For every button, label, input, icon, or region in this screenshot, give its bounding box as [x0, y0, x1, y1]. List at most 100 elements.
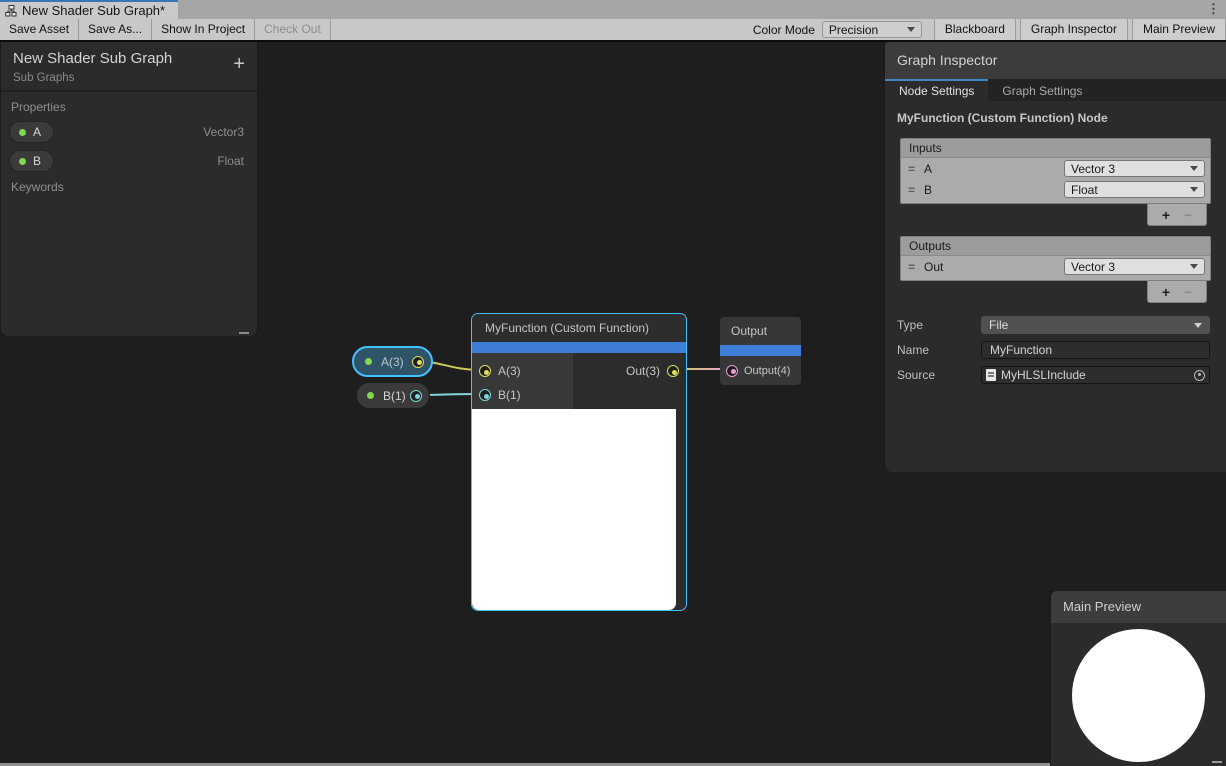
resize-handle[interactable]: [239, 332, 249, 334]
source-value: MyHLSLInclude: [1001, 368, 1189, 382]
type-field-row: Type File: [897, 316, 1210, 334]
save-asset-button[interactable]: Save Asset: [0, 19, 79, 40]
precision-color-bar: [472, 342, 686, 353]
shader-graph-window: New Shader Sub Graph* ⋮ Save Asset Save …: [0, 0, 1226, 766]
tab-bar: New Shader Sub Graph* ⋮: [0, 0, 1226, 19]
chevron-down-icon: [1194, 323, 1202, 328]
chevron-down-icon: [907, 27, 915, 32]
property-type: Float: [217, 154, 249, 168]
tab-title: New Shader Sub Graph*: [22, 3, 165, 18]
keywords-section-label: Keywords: [11, 180, 257, 194]
blackboard-toggle-button[interactable]: Blackboard: [934, 19, 1016, 40]
main-preview-toggle-button[interactable]: Main Preview: [1132, 19, 1226, 40]
input-ports-column: A(3) B(1): [472, 353, 573, 409]
chevron-down-icon: [1190, 166, 1198, 171]
custom-function-node[interactable]: MyFunction (Custom Function) A(3) B(1) O…: [471, 313, 687, 611]
check-out-button: Check Out: [255, 19, 331, 40]
show-in-project-button[interactable]: Show In Project: [152, 19, 255, 40]
exposed-dot-icon: [365, 358, 372, 365]
input-name: A: [924, 162, 932, 176]
type-dropdown[interactable]: File: [981, 316, 1210, 334]
tab-new-shader-sub-graph[interactable]: New Shader Sub Graph*: [0, 0, 178, 19]
node-title[interactable]: Output: [720, 317, 801, 345]
input-type-dropdown[interactable]: Float: [1064, 181, 1205, 198]
outputs-list: Outputs = Out Vector 3: [900, 236, 1211, 281]
property-node-label: B(1): [383, 389, 406, 403]
output-type-dropdown[interactable]: Vector 3: [1064, 258, 1205, 275]
port-output-out[interactable]: [667, 365, 679, 377]
property-row-b[interactable]: B Float: [9, 150, 249, 172]
inspected-node-title: MyFunction (Custom Function) Node: [897, 111, 1226, 125]
property-node-label: A(3): [381, 355, 404, 369]
output-row-out[interactable]: = Out Vector 3: [901, 256, 1210, 277]
node-title[interactable]: MyFunction (Custom Function): [472, 314, 686, 342]
input-row-b[interactable]: = B Float: [901, 179, 1210, 200]
input-port-row-a: A(3): [472, 359, 573, 383]
property-type: Vector3: [203, 125, 249, 139]
output-ports-column: Out(3): [573, 353, 686, 409]
port-output-input[interactable]: [726, 365, 738, 377]
input-type-dropdown[interactable]: Vector 3: [1064, 160, 1205, 177]
property-pill[interactable]: B: [9, 150, 54, 172]
port-a-output[interactable]: [412, 356, 424, 368]
source-label: Source: [897, 368, 981, 382]
outputs-list-header: Outputs: [901, 237, 1210, 256]
add-output-button[interactable]: +: [1162, 285, 1170, 299]
main-preview-panel: Main Preview: [1050, 590, 1226, 766]
port-b-output[interactable]: [410, 390, 422, 402]
source-object-field[interactable]: MyHLSLInclude: [981, 366, 1210, 384]
add-property-button[interactable]: +: [233, 54, 245, 74]
node-preview-area: [472, 409, 686, 611]
property-node-a[interactable]: A(3): [352, 346, 433, 377]
name-field-row: Name: [897, 341, 1210, 359]
precision-color-bar: [720, 345, 801, 356]
output-node[interactable]: Output Output(4): [720, 317, 801, 385]
input-port-row-b: B(1): [472, 383, 573, 407]
drag-handle-icon[interactable]: =: [908, 162, 915, 176]
color-mode-dropdown[interactable]: Precision: [822, 21, 922, 38]
exposed-dot-icon: [367, 392, 374, 399]
output-port-row: Out(3): [573, 359, 686, 383]
port-label: Output(4): [744, 365, 790, 377]
graph-inspector-panel: Graph Inspector Node Settings Graph Sett…: [884, 42, 1226, 473]
property-pill[interactable]: A: [9, 121, 54, 143]
exposed-dot-icon: [19, 158, 26, 165]
color-mode-label: Color Mode: [753, 23, 815, 37]
property-node-b[interactable]: B(1): [356, 382, 430, 409]
window-menu-icon[interactable]: ⋮: [1207, 1, 1220, 17]
output-port-row: Output(4): [720, 356, 801, 385]
outputs-list-footer: + −: [1147, 281, 1207, 303]
remove-output-button: −: [1184, 285, 1192, 299]
inspector-tabs: Node Settings Graph Settings: [885, 79, 1226, 101]
object-picker-icon[interactable]: [1194, 370, 1205, 381]
file-asset-icon: [986, 369, 996, 381]
port-label: B(1): [498, 388, 521, 402]
remove-input-button: −: [1184, 208, 1192, 222]
property-name: B: [33, 154, 41, 168]
type-label: Type: [897, 318, 981, 332]
input-name: B: [924, 183, 932, 197]
resize-handle[interactable]: [1212, 761, 1222, 763]
blackboard-subtitle: Sub Graphs: [13, 72, 245, 84]
inputs-list-footer: + −: [1147, 204, 1207, 226]
port-input-b[interactable]: [479, 389, 491, 401]
name-label: Name: [897, 343, 981, 357]
property-row-a[interactable]: A Vector3: [9, 121, 249, 143]
main-preview-viewport[interactable]: [1051, 623, 1226, 766]
port-input-a[interactable]: [479, 365, 491, 377]
input-type-value: Vector 3: [1071, 162, 1190, 176]
output-name: Out: [924, 260, 943, 274]
add-input-button[interactable]: +: [1162, 208, 1170, 222]
graph-inspector-toggle-button[interactable]: Graph Inspector: [1020, 19, 1128, 40]
main-preview-title: Main Preview: [1051, 591, 1226, 623]
port-label: Out(3): [626, 364, 660, 378]
name-input[interactable]: [981, 341, 1210, 359]
node-preview-image: [472, 409, 676, 610]
inputs-list-header: Inputs: [901, 139, 1210, 158]
input-row-a[interactable]: = A Vector 3: [901, 158, 1210, 179]
drag-handle-icon[interactable]: =: [908, 260, 915, 274]
tab-graph-settings[interactable]: Graph Settings: [988, 79, 1096, 101]
drag-handle-icon[interactable]: =: [908, 183, 915, 197]
tab-node-settings[interactable]: Node Settings: [885, 79, 988, 101]
save-as-button[interactable]: Save As...: [79, 19, 152, 40]
